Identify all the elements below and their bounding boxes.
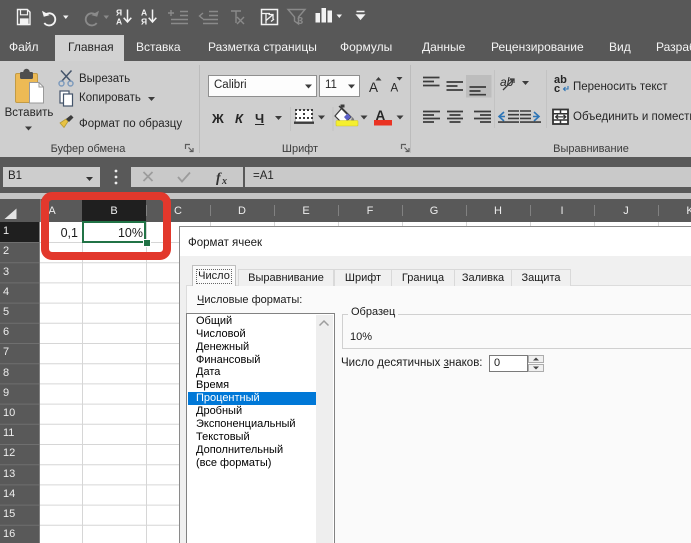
svg-text:А: А <box>391 83 399 95</box>
svg-text:x: x <box>221 176 227 187</box>
svg-text:А: А <box>369 80 378 95</box>
svg-text:Я: Я <box>141 17 147 27</box>
svg-text:З: З <box>297 16 303 27</box>
svg-text:А: А <box>116 17 122 27</box>
svg-text:c: c <box>554 83 560 95</box>
